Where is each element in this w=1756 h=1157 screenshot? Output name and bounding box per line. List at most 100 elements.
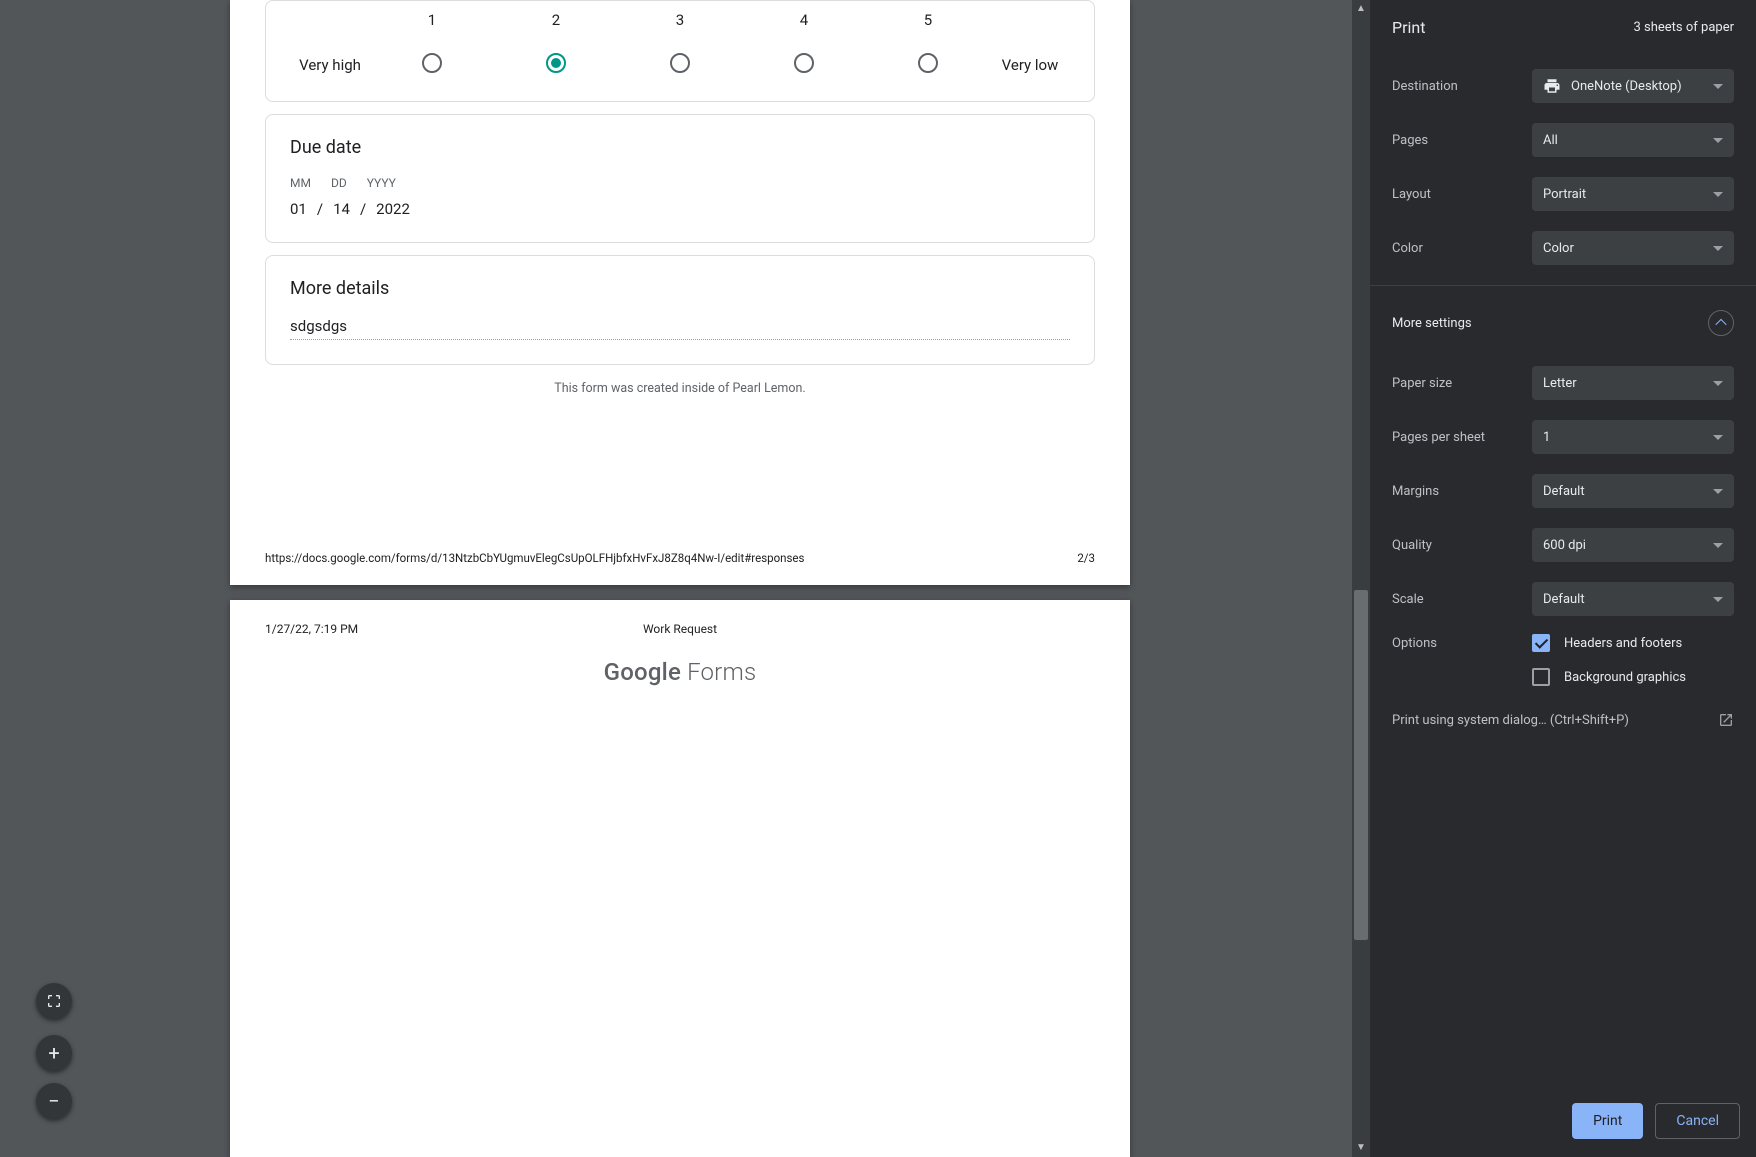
color-row: Color Color (1370, 221, 1756, 275)
date-sep: / (317, 200, 323, 218)
color-value: Color (1543, 241, 1574, 256)
page2-footer: https://docs.google.com/forms/d/13NtzbCb… (230, 551, 1130, 565)
chevron-down-icon (1713, 138, 1723, 143)
scale-select[interactable]: Default (1532, 582, 1734, 616)
background-graphics-checkbox[interactable] (1532, 668, 1550, 686)
chevron-down-icon (1713, 489, 1723, 494)
mm-label: MM (290, 176, 311, 190)
plus-icon: + (48, 1041, 59, 1065)
open-external-icon (1718, 712, 1734, 728)
pages-per-sheet-value: 1 (1543, 430, 1550, 445)
background-graphics-label: Background graphics (1564, 670, 1686, 685)
page2-footer-num: 2/3 (1077, 551, 1095, 565)
scale-numbers-row: 1 2 3 4 5 (290, 11, 1070, 29)
scale-num: 1 (370, 11, 494, 29)
date-yyyy: 2022 (376, 200, 410, 218)
more-settings-toggle[interactable]: More settings (1370, 290, 1756, 356)
scale-row: Scale Default (1370, 572, 1756, 626)
quality-label: Quality (1392, 538, 1532, 553)
color-select[interactable]: Color (1532, 231, 1734, 265)
cancel-button[interactable]: Cancel (1655, 1103, 1740, 1139)
paper-size-label: Paper size (1392, 376, 1532, 391)
layout-select[interactable]: Portrait (1532, 177, 1734, 211)
destination-select[interactable]: OneNote (Desktop) (1532, 69, 1734, 103)
pages-label: Pages (1392, 133, 1532, 148)
cancel-button-label: Cancel (1676, 1113, 1719, 1129)
date-value-row: 01 / 14 / 2022 (290, 200, 1070, 218)
scroll-thumb[interactable] (1354, 590, 1368, 940)
pages-select[interactable]: All (1532, 123, 1734, 157)
pages-row: Pages All (1370, 113, 1756, 167)
date-dd: 14 (333, 200, 350, 218)
print-button-label: Print (1593, 1113, 1622, 1129)
fit-page-icon (46, 993, 62, 1009)
sidebar-header: Print 3 sheets of paper (1370, 0, 1756, 59)
scale-num: 3 (618, 11, 742, 29)
paper-size-value: Letter (1543, 376, 1577, 391)
scale-radio-5 (918, 53, 938, 73)
more-settings-label: More settings (1392, 316, 1472, 331)
margins-select[interactable]: Default (1532, 474, 1734, 508)
scale-num: 2 (494, 11, 618, 29)
sidebar-title: Print (1392, 18, 1425, 37)
scale-radio-4 (794, 53, 814, 73)
preview-page-2: 1 2 3 4 5 Very high Very low Due dat (230, 0, 1130, 585)
pages-per-sheet-select[interactable]: 1 (1532, 420, 1734, 454)
scale-num: 5 (866, 11, 990, 29)
sidebar-divider (1370, 285, 1756, 286)
margins-row: Margins Default (1370, 464, 1756, 518)
preview-page-3: 1/27/22, 7:19 PM Work Request Google For… (230, 600, 1130, 1157)
quality-select[interactable]: 600 dpi (1532, 528, 1734, 562)
page2-footer-url: https://docs.google.com/forms/d/13NtzbCb… (265, 551, 804, 565)
preview-scrollbar[interactable]: ▲ ▼ (1352, 0, 1370, 1157)
scroll-up-arrow[interactable]: ▲ (1352, 0, 1370, 18)
chevron-down-icon (1713, 381, 1723, 386)
paper-size-row: Paper size Letter (1370, 356, 1756, 410)
scale-right-label: Very low (990, 56, 1070, 74)
page3-header: 1/27/22, 7:19 PM Work Request (230, 622, 1130, 636)
pages-per-sheet-label: Pages per sheet (1392, 430, 1532, 445)
scale-value: Default (1543, 592, 1585, 607)
quality-value: 600 dpi (1543, 538, 1586, 553)
headers-footers-label: Headers and footers (1564, 636, 1682, 651)
print-button[interactable]: Print (1572, 1103, 1643, 1139)
destination-value: OneNote (Desktop) (1571, 79, 1682, 94)
chevron-down-icon (1713, 543, 1723, 548)
margins-label: Margins (1392, 484, 1532, 499)
print-sidebar: Print 3 sheets of paper Destination OneN… (1370, 0, 1756, 1157)
date-mm: 01 (290, 200, 307, 218)
options-row-headers: Options Headers and footers (1370, 626, 1756, 660)
options-row-bg: Background graphics (1370, 660, 1756, 694)
quality-row: Quality 600 dpi (1370, 518, 1756, 572)
printer-icon (1543, 77, 1561, 95)
scroll-down-arrow[interactable]: ▼ (1352, 1139, 1370, 1157)
paper-size-select[interactable]: Letter (1532, 366, 1734, 400)
zoom-in-button[interactable]: + (36, 1035, 72, 1071)
page3-header-title: Work Request (230, 622, 1130, 636)
more-details-value: sdgsdgs (290, 317, 1070, 340)
scale-radio-row: Very high Very low (290, 53, 1070, 77)
due-date-title: Due date (290, 137, 1070, 158)
zoom-out-button[interactable]: − (36, 1083, 72, 1119)
margins-value: Default (1543, 484, 1585, 499)
headers-footers-checkbox[interactable] (1532, 634, 1550, 652)
date-header-labels: MM DD YYYY (290, 176, 1070, 190)
chevron-down-icon (1713, 435, 1723, 440)
chevron-down-icon (1713, 192, 1723, 197)
chevron-down-icon (1713, 84, 1723, 89)
system-dialog-link[interactable]: Print using system dialog… (Ctrl+Shift+P… (1370, 694, 1756, 746)
fit-page-button[interactable] (36, 983, 72, 1019)
chevron-down-icon (1713, 597, 1723, 602)
system-dialog-text: Print using system dialog… (Ctrl+Shift+P… (1392, 713, 1629, 728)
due-date-card: Due date MM DD YYYY 01 / 14 / 2022 (265, 114, 1095, 243)
scale-radio-1 (422, 53, 442, 73)
google-forms-logo: Google Forms (230, 658, 1130, 686)
layout-label: Layout (1392, 187, 1532, 202)
scale-left-label: Very high (290, 56, 370, 74)
dd-label: DD (331, 176, 347, 190)
layout-value: Portrait (1543, 187, 1586, 202)
options-label: Options (1392, 636, 1532, 651)
print-preview-area: 1 2 3 4 5 Very high Very low Due dat (0, 0, 1370, 1157)
scale-setting-label: Scale (1392, 592, 1532, 607)
more-details-title: More details (290, 278, 1070, 299)
